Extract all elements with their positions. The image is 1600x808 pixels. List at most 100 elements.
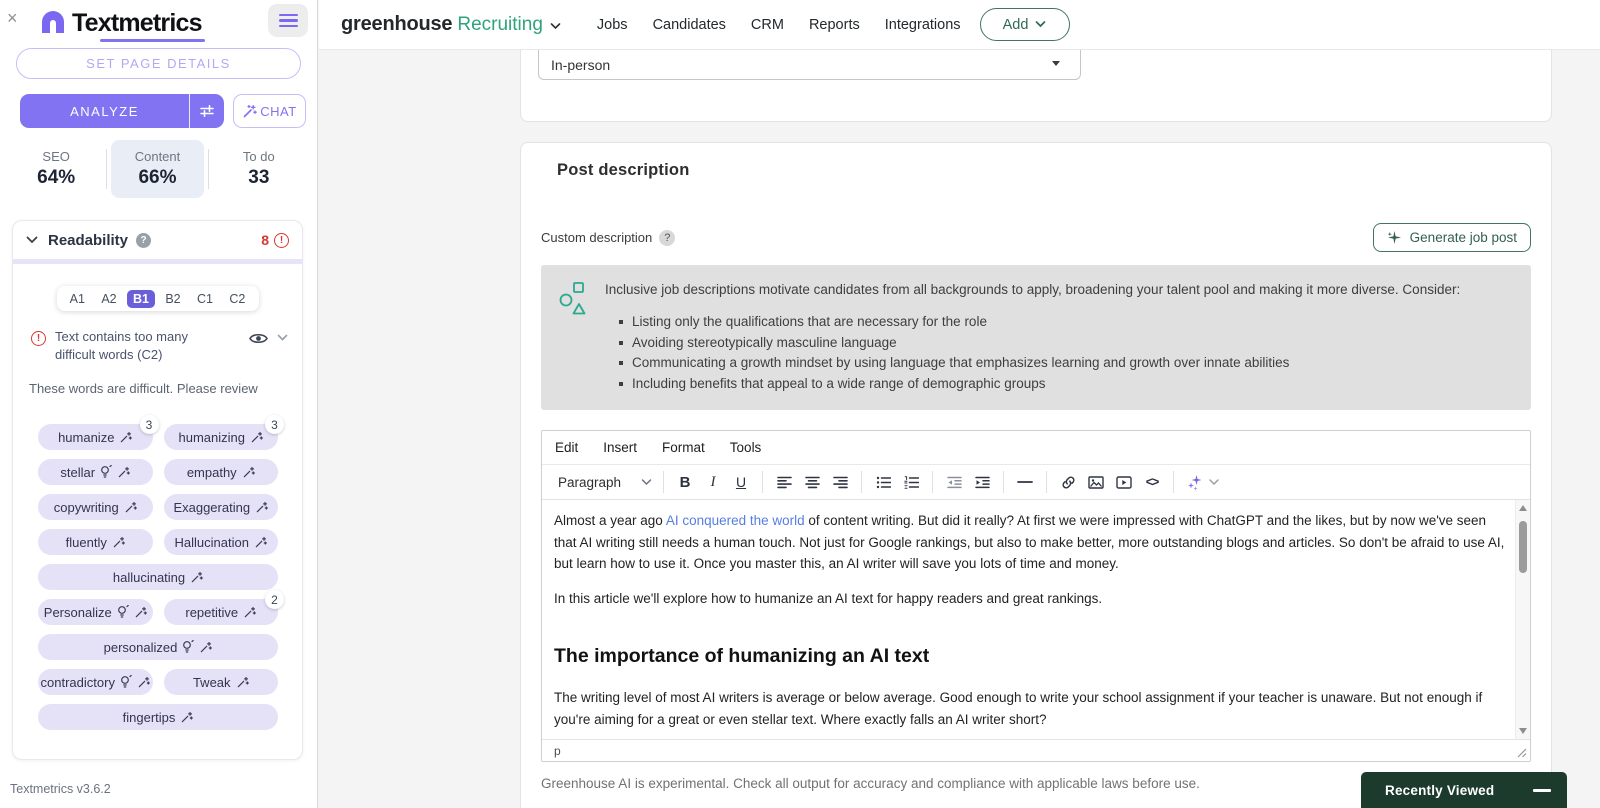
chevron-down-icon[interactable] [550,23,561,30]
chat-button[interactable]: CHAT [233,94,306,128]
eye-icon[interactable] [249,332,268,345]
help-icon[interactable]: ? [136,233,151,248]
code-button[interactable]: <> [1138,469,1166,496]
bold-button[interactable]: B [671,469,699,496]
outdent-button[interactable] [940,469,968,496]
block-format-select[interactable]: Paragraph [550,475,656,490]
difficult-word-hallucinating[interactable]: hallucinating [38,564,278,590]
chevron-down-icon [641,479,652,486]
generate-job-post-button[interactable]: Generate job post [1373,223,1531,252]
help-icon[interactable]: ? [659,230,675,246]
tab-a1[interactable]: A1 [64,290,91,308]
image-button[interactable] [1082,469,1110,496]
scrollbar[interactable] [1515,500,1530,739]
issue-counter: 8 ! [261,232,289,248]
block-format-value: Paragraph [558,475,621,490]
chip-row: fingertips [38,704,278,730]
add-button[interactable]: Add [980,8,1070,41]
magic-wand-icon [242,104,257,119]
difficult-word-copywriting[interactable]: copywriting [38,494,153,520]
minimize-icon[interactable] [1533,789,1551,792]
indent-button[interactable] [968,469,996,496]
difficult-word-stellar[interactable]: stellar [38,459,153,485]
link-button[interactable] [1054,469,1082,496]
magic-wand-icon [243,606,256,619]
inline-link[interactable]: AI conquered the world [666,513,805,528]
chat-label: CHAT [260,104,296,119]
difficult-word-exaggerating[interactable]: Exaggerating [164,494,279,520]
editor-content-area[interactable]: Almost a year ago AI conquered the world… [542,500,1530,739]
numbered-list-button[interactable] [897,469,925,496]
editor-menu-insert[interactable]: Insert [603,440,637,455]
nav-item-reports[interactable]: Reports [809,17,860,33]
tab-c1[interactable]: C1 [191,290,219,308]
difficult-word-humanizing[interactable]: humanizing3 [164,424,279,450]
difficult-word-fingertips[interactable]: fingertips [38,704,278,730]
analyze-button[interactable]: ANALYZE [20,94,189,128]
difficult-word-humanize[interactable]: humanize3 [38,424,153,450]
office-location-select[interactable]: In-person [538,50,1081,80]
align-left-button[interactable] [770,469,798,496]
magic-wand-icon [242,466,255,479]
difficult-word-empathy[interactable]: empathy [164,459,279,485]
tab-b2[interactable]: B2 [159,290,186,308]
difficult-word-personalize[interactable]: Personalize [38,599,153,625]
magic-wand-icon [199,641,212,654]
difficult-word-personalized[interactable]: personalized [38,634,278,660]
recently-viewed-panel[interactable]: Recently Viewed [1361,772,1567,808]
analyze-settings-button[interactable] [189,94,224,128]
warning-icon: ! [274,233,289,248]
stat-to-do[interactable]: To do33 [213,140,305,198]
align-center-button[interactable] [798,469,826,496]
align-right-button[interactable] [826,469,854,496]
stat-value: 33 [248,167,269,189]
element-path[interactable]: p [554,744,561,758]
resize-grip-icon[interactable] [1517,748,1527,758]
media-button[interactable] [1110,469,1138,496]
scrollbar-thumb[interactable] [1519,521,1527,573]
horizontal-rule-button[interactable] [1011,469,1039,496]
magic-wand-icon [112,536,125,549]
word-label: Exaggerating [173,500,250,515]
divider [13,259,302,264]
scroll-down-icon[interactable] [1519,728,1527,734]
editor-text[interactable]: Almost a year ago AI conquered the world… [542,500,1515,739]
stat-seo[interactable]: SEO64% [10,140,102,198]
nav-item-integrations[interactable]: Integrations [885,17,961,33]
scroll-up-icon[interactable] [1519,505,1527,511]
nav-item-candidates[interactable]: Candidates [653,17,726,33]
stat-value: 64% [37,167,75,189]
bullet-list-button[interactable] [869,469,897,496]
tab-b1[interactable]: B1 [127,290,155,308]
lightbulb-icon [120,675,132,689]
readability-header[interactable]: Readability ? 8 ! [13,221,302,259]
nav-item-jobs[interactable]: Jobs [597,17,628,33]
set-page-details-button[interactable]: SET PAGE DETAILS [16,48,301,79]
menu-button[interactable] [268,4,308,37]
ai-assist-button[interactable] [1181,469,1225,496]
difficult-word-fluently[interactable]: fluently [38,529,153,555]
difficult-word-contradictory[interactable]: contradictory [38,669,153,695]
italic-button[interactable]: I [699,469,727,496]
tab-a2[interactable]: A2 [95,290,122,308]
readability-panel: Readability ? 8 ! A1A2B1B2C1C2 ! Text co… [12,220,303,760]
editor-menu-tools[interactable]: Tools [730,440,762,455]
editor-menu-format[interactable]: Format [662,440,705,455]
difficult-word-hallucination[interactable]: Hallucination [164,529,279,555]
chevron-down-icon[interactable] [277,334,288,341]
greenhouse-logo[interactable]: greenhouse [341,13,452,36]
stat-content[interactable]: Content66% [111,140,203,198]
tab-c2[interactable]: C2 [223,290,251,308]
brand-name: Textmetrics [72,9,202,38]
difficult-word-repetitive[interactable]: repetitive2 [164,599,279,625]
close-icon[interactable]: × [7,9,18,27]
chevron-down-icon [1209,479,1219,485]
stat-label: Content [135,149,181,164]
editor-menu-edit[interactable]: Edit [555,440,578,455]
underline-button[interactable]: U [727,469,755,496]
difficult-word-tweak[interactable]: Tweak [164,669,279,695]
occurrence-badge: 3 [265,415,284,434]
lightbulb-icon [117,605,129,619]
nav-item-crm[interactable]: CRM [751,17,784,33]
editor-toolbar: Paragraph B I U [542,465,1530,500]
